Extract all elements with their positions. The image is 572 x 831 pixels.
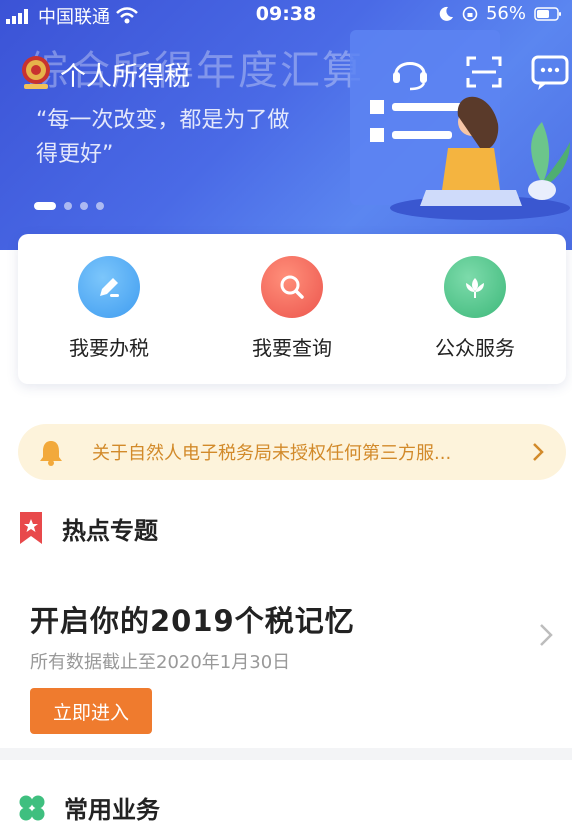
quick-action-query[interactable]: 我要查询 [217, 256, 367, 361]
quick-action-tax-filing[interactable]: 我要办税 [34, 256, 184, 361]
banner-pagination [34, 202, 104, 210]
battery-icon [534, 6, 561, 21]
banner-dot[interactable] [64, 202, 72, 210]
quick-action-public-service[interactable]: 公众服务 [400, 256, 550, 361]
banner-dot[interactable] [96, 202, 104, 210]
message-icon[interactable] [528, 52, 572, 92]
flower-icon [444, 256, 506, 318]
customer-service-icon[interactable] [388, 52, 432, 92]
promo-banner[interactable]: 综合所得年度汇算 “每一次改变，都是为了做得更好” [0, 0, 572, 250]
moon-icon [439, 6, 453, 21]
quick-action-label: 我要办税 [69, 336, 149, 360]
promo-subtitle: 所有数据截止至2020年1月30日 [30, 652, 291, 673]
pen-icon [78, 256, 140, 318]
quick-action-label: 公众服务 [435, 336, 515, 360]
app-header: 个人所得税 [0, 40, 572, 100]
clover-icon [19, 795, 45, 820]
banner-dot[interactable] [80, 202, 88, 210]
chevron-right-icon [533, 443, 544, 461]
app-home-page: 综合所得年度汇算 “每一次改变，都是为了做得更好” 中国联通 09:38 56%… [0, 0, 572, 831]
bell-icon [40, 441, 62, 466]
section-title: 热点专题 [62, 516, 158, 545]
status-bar: 中国联通 09:38 56% [0, 0, 572, 28]
hot-topics-header: 热点专题 [18, 510, 158, 546]
battery-percent: 56% [485, 3, 526, 24]
rotation-lock-icon [462, 6, 478, 21]
common-business-header: 常用业务 [18, 790, 160, 825]
enter-now-button[interactable]: 立即进入 [30, 688, 152, 734]
notice-bar[interactable]: 关于自然人电子税务局未授权任何第三方服... [18, 424, 566, 480]
scan-icon[interactable] [462, 52, 506, 92]
notice-text: 关于自然人电子税务局未授权任何第三方服... [92, 443, 452, 464]
section-title: 常用业务 [64, 796, 160, 824]
app-title: 个人所得税 [60, 62, 191, 92]
quick-action-label: 我要查询 [252, 336, 332, 360]
banner-dot-active[interactable] [34, 202, 56, 210]
chevron-right-icon[interactable] [536, 620, 556, 650]
search-icon [261, 256, 323, 318]
quick-actions-card: 我要办税 我要查询 公众服务 [18, 234, 566, 384]
tax-emblem-logo [22, 56, 50, 89]
banner-quote: “每一次改变，都是为了做得更好” [36, 108, 290, 167]
bookmark-star-icon [20, 512, 42, 544]
promo-title[interactable]: 开启你的2019个税记忆 [30, 598, 355, 640]
section-divider [0, 748, 572, 760]
